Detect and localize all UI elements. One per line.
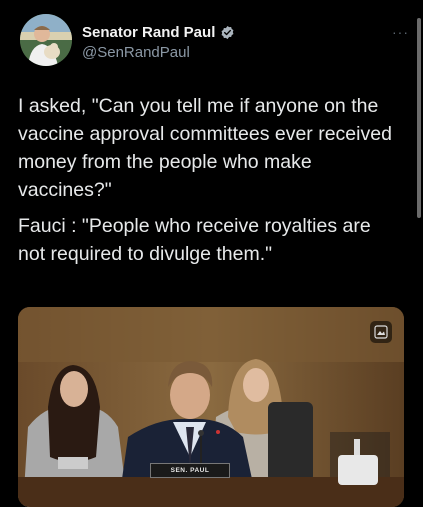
avatar[interactable] bbox=[20, 14, 72, 66]
author-name[interactable]: Senator Rand Paul bbox=[82, 24, 215, 41]
nameplate: SEN. PAUL bbox=[150, 463, 230, 478]
tweet-paragraph-1: I asked, "Can you tell me if anyone on t… bbox=[18, 95, 392, 201]
tweet-paragraph-2: Fauci : "People who receive royalties ar… bbox=[18, 215, 371, 265]
author-handle[interactable]: @SenRandPaul bbox=[82, 44, 190, 61]
avatar-photo bbox=[20, 14, 72, 66]
scrollbar-thumb[interactable] bbox=[417, 18, 421, 218]
image-icon[interactable] bbox=[370, 321, 392, 343]
more-options-icon[interactable]: ··· bbox=[392, 24, 409, 40]
verified-badge-icon bbox=[220, 25, 235, 40]
author-name-row[interactable]: Senator Rand Paul bbox=[82, 24, 235, 41]
tweet-text: I asked, "Can you tell me if anyone on t… bbox=[18, 92, 403, 276]
